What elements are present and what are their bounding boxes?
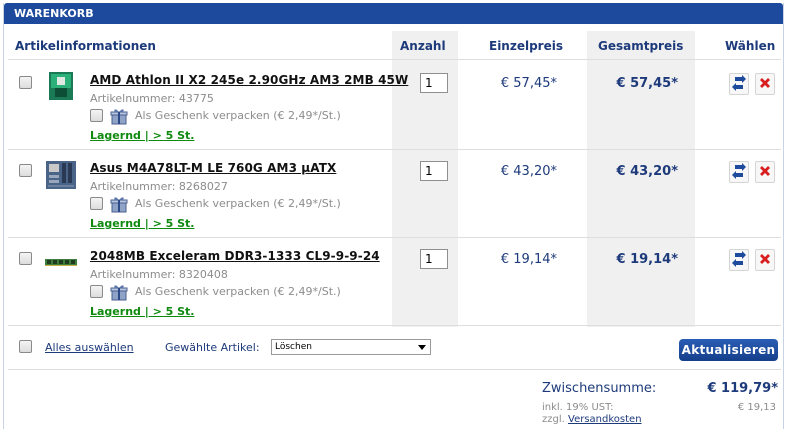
gift-wrap-checkbox[interactable] — [90, 197, 103, 210]
cpu-box-icon — [46, 71, 76, 104]
article-number: Artikelnummer: 43775 — [90, 92, 214, 105]
vat-value: € 19,13 — [737, 402, 776, 413]
quantity-input[interactable]: 1 — [420, 73, 448, 93]
gift-wrap-label: Als Geschenk verpacken (€ 2,49*/St.) — [135, 285, 341, 298]
gift-icon — [110, 195, 128, 213]
total-price: € 19,14* — [616, 252, 679, 267]
vat-label: inkl. 19% UST: — [542, 402, 614, 413]
stock-status-link[interactable]: Lagernd | > 5 St. — [90, 305, 194, 318]
article-number: Artikelnummer: 8268027 — [90, 180, 228, 193]
total-price: € 43,20* — [616, 164, 679, 179]
product-name-link[interactable]: 2048MB Exceleram DDR3-1333 CL9-9-9-24 — [90, 249, 380, 263]
subtotal-label: Zwischensumme: — [542, 381, 657, 396]
total-price: € 57,45* — [616, 76, 679, 91]
gift-icon — [110, 283, 128, 301]
delete-x-icon — [759, 77, 771, 92]
divider — [8, 59, 781, 60]
move-to-wishlist-button[interactable] — [729, 249, 749, 271]
unit-price: € 19,14* — [500, 252, 557, 267]
swap-arrows-icon — [732, 250, 746, 270]
stock-status-link[interactable]: Lagernd | > 5 St. — [90, 129, 194, 142]
unit-price: € 43,20* — [500, 164, 557, 179]
header-article-info: Artikelinformationen — [15, 39, 156, 53]
product-name-link[interactable]: Asus M4A78LT-M LE 760G AM3 µATX — [90, 161, 336, 175]
subtotal-value: € 119,79* — [707, 381, 778, 396]
swap-arrows-icon — [732, 162, 746, 182]
bulk-action-value: Löschen — [275, 342, 312, 352]
divider — [8, 325, 781, 326]
unit-price: € 57,45* — [500, 76, 557, 91]
divider — [8, 237, 781, 238]
gift-icon — [110, 107, 128, 125]
quantity-input[interactable]: 1 — [420, 249, 448, 269]
select-all-link[interactable]: Alles auswählen — [45, 341, 134, 354]
swap-arrows-icon — [732, 74, 746, 94]
shipping-costs-link[interactable]: Versandkosten — [568, 414, 642, 425]
update-button[interactable]: Aktualisieren — [679, 339, 778, 361]
move-to-wishlist-button[interactable] — [729, 161, 749, 183]
delete-item-button[interactable] — [755, 73, 775, 95]
gift-wrap-checkbox[interactable] — [90, 285, 103, 298]
ram-module-icon — [44, 257, 78, 270]
chevron-down-icon — [418, 345, 426, 350]
select-all-checkbox[interactable] — [19, 340, 32, 353]
shipping-prefix: zzgl. — [542, 414, 565, 425]
item-checkbox[interactable] — [19, 76, 32, 89]
item-checkbox[interactable] — [19, 252, 32, 265]
delete-item-button[interactable] — [755, 249, 775, 271]
cart-panel: WARENKORB Artikelinformationen Anzahl Ei… — [3, 3, 784, 429]
header-quantity: Anzahl — [400, 39, 446, 53]
item-checkbox[interactable] — [19, 164, 32, 177]
gift-wrap-label: Als Geschenk verpacken (€ 2,49*/St.) — [135, 109, 341, 122]
move-to-wishlist-button[interactable] — [729, 73, 749, 95]
divider — [8, 369, 781, 370]
stock-status-link[interactable]: Lagernd | > 5 St. — [90, 217, 194, 230]
motherboard-icon — [45, 160, 77, 193]
bulk-action-select[interactable]: Löschen — [271, 339, 431, 355]
delete-item-button[interactable] — [755, 161, 775, 183]
gift-wrap-checkbox[interactable] — [90, 109, 103, 122]
product-name-link[interactable]: AMD Athlon II X2 245e 2.90GHz AM3 2MB 45… — [90, 73, 408, 87]
selected-items-label: Gewählte Artikel: — [165, 341, 260, 354]
cart-title: WARENKORB — [4, 3, 783, 24]
quantity-input[interactable]: 1 — [420, 161, 448, 181]
delete-x-icon — [759, 165, 771, 180]
divider — [8, 149, 781, 150]
delete-x-icon — [759, 253, 771, 268]
header-select: Wählen — [725, 39, 776, 53]
article-number: Artikelnummer: 8320408 — [90, 268, 228, 281]
header-total-price: Gesamtpreis — [598, 39, 684, 53]
gift-wrap-label: Als Geschenk verpacken (€ 2,49*/St.) — [135, 197, 341, 210]
header-unit-price: Einzelpreis — [489, 39, 563, 53]
